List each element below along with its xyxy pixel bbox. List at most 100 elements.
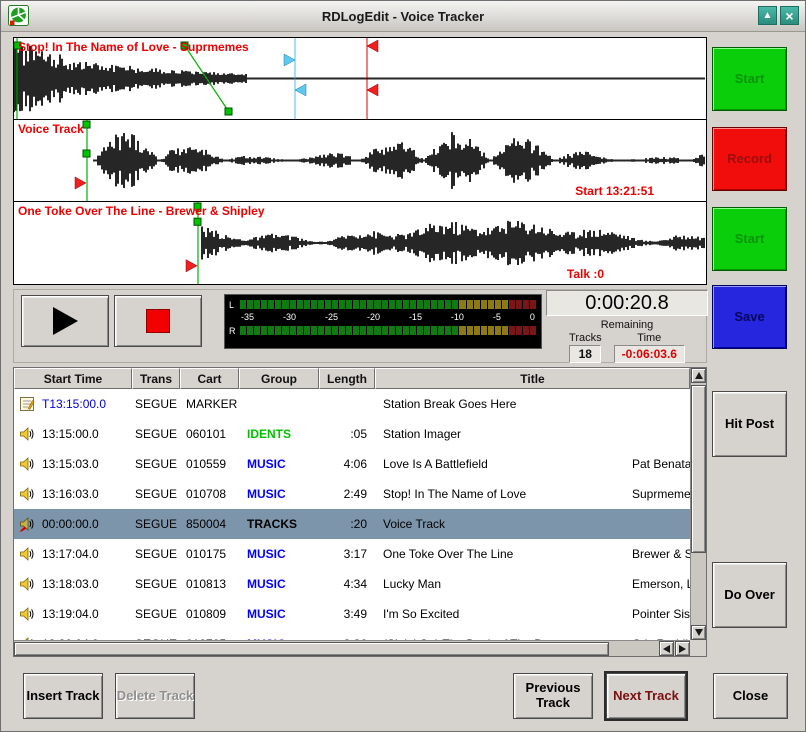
row-type-icon (14, 516, 42, 532)
insert-track-button[interactable]: Insert Track (23, 673, 103, 719)
column-header-title[interactable]: Title (375, 368, 690, 389)
window-controls: ▲ × (758, 6, 799, 25)
log-table-row[interactable]: 13:15:00.0 SEGUE 060101 IDENTS :05 Stati… (14, 419, 690, 449)
speaker-icon (19, 576, 35, 592)
log-table-row[interactable]: T13:15:00.0 SEGUE MARKER Station Break G… (14, 389, 690, 419)
left-arrow-icon (663, 645, 670, 653)
log-table-body: T13:15:00.0 SEGUE MARKER Station Break G… (14, 389, 690, 640)
audio-meter: L -35 -30 -25 -20 -15 -10 -5 0 R (224, 294, 542, 349)
vertical-scrollbar[interactable] (690, 368, 706, 640)
segue-marker-top[interactable] (284, 54, 295, 66)
column-header-trans[interactable]: Trans (132, 368, 180, 389)
start-track3-button[interactable]: Start (712, 207, 787, 271)
hit-post-button[interactable]: Hit Post (712, 391, 787, 457)
scrollbar-corner (690, 640, 706, 656)
cell-title: Lucky Man Emerson, Lake (375, 569, 690, 599)
column-header-length[interactable]: Length (319, 368, 375, 389)
cell-cart: 010175 (180, 547, 239, 561)
meter-scale-tick: -30 (283, 312, 296, 323)
segue-start-marker[interactable] (186, 260, 197, 272)
cell-cart: 060101 (180, 427, 239, 441)
track-title-label: Voice Track (18, 122, 84, 136)
meter-scale: -35 -30 -25 -20 -15 -10 -5 0 (241, 312, 535, 323)
record-button[interactable]: Record (712, 127, 787, 191)
stop-button[interactable] (114, 295, 202, 347)
waveform-track-2[interactable]: Voice Track Start 13:21:51 (14, 120, 706, 202)
scroll-down-button[interactable] (691, 625, 706, 640)
log-table-row[interactable]: 13:16:03.0 SEGUE 010708 MUSIC 2:49 Stop!… (14, 479, 690, 509)
transport-panel: L -35 -30 -25 -20 -15 -10 -5 0 R 0:00:20… (13, 289, 707, 363)
scroll-up-button[interactable] (691, 368, 706, 383)
waveform (94, 132, 704, 189)
cell-length: :20 (319, 517, 375, 531)
voice-track-icon (19, 516, 35, 532)
cell-start-time: 13:15:03.0 (42, 457, 132, 471)
waveform (202, 221, 704, 265)
end-marker-top[interactable] (367, 40, 378, 52)
cell-group: MUSIC (239, 547, 319, 561)
start-marker-mid[interactable] (194, 218, 201, 225)
artist-text: Brewer & Shipley (632, 547, 690, 561)
cell-cart: 010708 (180, 487, 239, 501)
cell-trans: SEGUE (132, 427, 180, 441)
speaker-icon (19, 546, 35, 562)
close-window-button[interactable]: × (780, 6, 799, 25)
fade-end-marker[interactable] (225, 108, 232, 115)
log-table-row[interactable]: 13:17:04.0 SEGUE 010175 MUSIC 3:17 One T… (14, 539, 690, 569)
row-type-icon (14, 486, 42, 502)
column-header-start-time[interactable]: Start Time (14, 368, 132, 389)
log-table-row[interactable]: 13:18:03.0 SEGUE 010813 MUSIC 4:34 Lucky… (14, 569, 690, 599)
cell-cart: 010559 (180, 457, 239, 471)
close-button[interactable]: Close (713, 673, 788, 719)
log-table-row[interactable]: 13:20:04.0 SEGUE 010705 MUSIC 3:36 (Sitt… (14, 629, 690, 640)
next-track-button[interactable]: Next Track (606, 673, 686, 719)
cell-title: Stop! In The Name of Love Suprmemes (375, 479, 690, 509)
record-start-marker[interactable] (75, 177, 86, 189)
log-table: Start Time Trans Cart Group Length Title (13, 367, 707, 657)
title-text: Stop! In The Name of Love (383, 487, 526, 501)
cell-start-time: T13:15:00.0 (42, 397, 132, 411)
column-header-group[interactable]: Group (239, 368, 319, 389)
title-text: Voice Track (383, 517, 445, 531)
log-table-row[interactable]: 13:15:03.0 SEGUE 010559 MUSIC 4:06 Love … (14, 449, 690, 479)
meter-scale-tick: -20 (367, 312, 380, 323)
cell-group: MUSIC (239, 607, 319, 621)
horizontal-scroll-thumb[interactable] (14, 642, 609, 656)
segue-marker-bottom[interactable] (295, 84, 306, 96)
meter-scale-tick: -25 (325, 312, 338, 323)
cell-cart: 850004 (180, 517, 239, 531)
titlebar[interactable]: RDLogEdit - Voice Tracker ▲ × (1, 1, 805, 32)
title-text: Love Is A Battlefield (383, 457, 488, 471)
scroll-left-button[interactable] (659, 641, 674, 656)
cell-title: Love Is A Battlefield Pat Benatar (375, 449, 690, 479)
meter-left-label: L (229, 300, 240, 310)
delete-track-button[interactable]: Delete Track (115, 673, 195, 719)
meter-left-bar (240, 300, 537, 309)
end-marker-bottom[interactable] (367, 84, 378, 96)
column-header-cart[interactable]: Cart (180, 368, 239, 389)
speaker-icon (19, 486, 35, 502)
start-track1-button[interactable]: Start (712, 47, 787, 111)
row-type-icon (14, 576, 42, 592)
shade-window-button[interactable]: ▲ (758, 6, 777, 25)
log-table-row[interactable]: 00:00:00.0 SEGUE 850004 TRACKS :20 Voice… (14, 509, 690, 539)
start-marker-mid[interactable] (83, 150, 90, 157)
play-button[interactable] (21, 295, 109, 347)
scroll-right-button[interactable] (675, 641, 690, 656)
track-title-label: One Toke Over The Line - Brewer & Shiple… (18, 204, 265, 218)
vertical-scroll-thumb[interactable] (691, 385, 706, 553)
cell-title: One Toke Over The Line Brewer & Shipley (375, 539, 690, 569)
right-arrow-icon (679, 645, 686, 653)
previous-track-button[interactable]: Previous Track (513, 673, 593, 719)
save-button[interactable]: Save (712, 285, 787, 349)
horizontal-scrollbar[interactable] (14, 640, 690, 656)
waveform-track-3[interactable]: One Toke Over The Line - Brewer & Shiple… (14, 202, 706, 284)
cell-trans: SEGUE (132, 607, 180, 621)
start-marker[interactable] (83, 121, 90, 128)
do-over-button[interactable]: Do Over (712, 562, 787, 628)
track-annotation: Talk :0 (567, 267, 604, 281)
log-table-row[interactable]: 13:19:04.0 SEGUE 010809 MUSIC 3:49 I'm S… (14, 599, 690, 629)
artist-text: Emerson, Lake (632, 577, 690, 591)
waveform-track-1[interactable]: Stop! In The Name of Love - Suprmemes (14, 38, 706, 120)
cell-title: Station Break Goes Here (375, 389, 690, 419)
